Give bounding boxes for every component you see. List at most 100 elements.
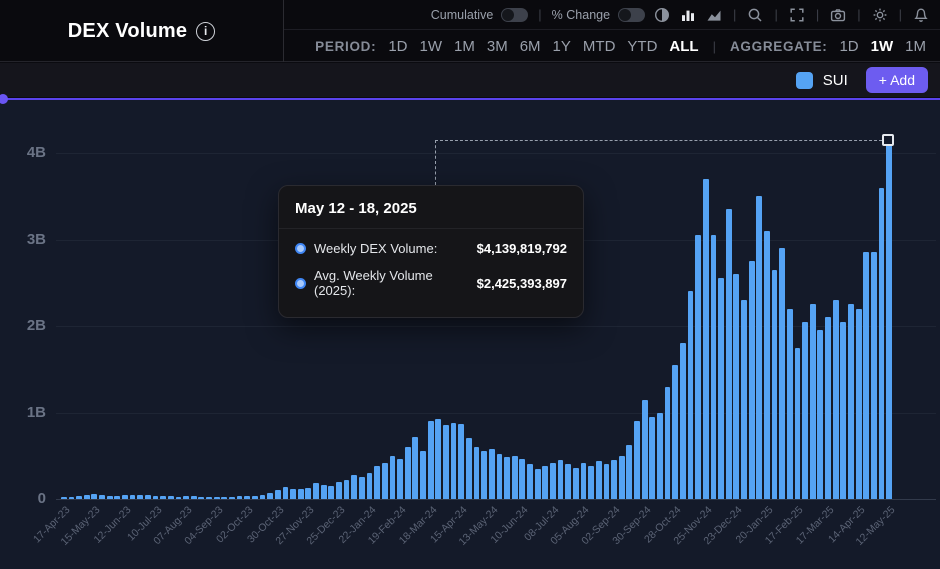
bar[interactable]	[275, 490, 281, 499]
bar[interactable]	[474, 447, 480, 499]
period-option-6m[interactable]: 6M	[520, 38, 541, 55]
bar[interactable]	[466, 438, 472, 499]
bar[interactable]	[69, 497, 75, 499]
bar[interactable]	[481, 451, 487, 499]
bar[interactable]	[497, 454, 503, 499]
bar[interactable]	[374, 466, 380, 499]
bar[interactable]	[840, 322, 846, 499]
fullscreen-icon[interactable]	[788, 6, 806, 24]
camera-icon[interactable]	[829, 6, 847, 24]
bar[interactable]	[665, 387, 671, 499]
bar[interactable]	[817, 330, 823, 499]
bar[interactable]	[504, 457, 510, 499]
bar[interactable]	[772, 270, 778, 499]
bar[interactable]	[420, 451, 426, 499]
notifications-icon[interactable]	[912, 6, 930, 24]
bar[interactable]	[657, 413, 663, 500]
bar[interactable]	[565, 464, 571, 499]
aggregate-option-1w[interactable]: 1W	[871, 38, 894, 55]
bar[interactable]	[672, 365, 678, 499]
bar[interactable]	[344, 480, 350, 499]
bar[interactable]	[512, 456, 518, 499]
aggregate-option-1m[interactable]: 1M	[905, 38, 926, 55]
bar[interactable]	[863, 252, 869, 499]
bar[interactable]	[229, 497, 235, 499]
bar[interactable]	[619, 456, 625, 499]
search-icon[interactable]	[746, 6, 764, 24]
bar[interactable]	[604, 464, 610, 499]
bar[interactable]	[588, 466, 594, 499]
bar[interactable]	[137, 495, 143, 499]
bar[interactable]	[443, 425, 449, 499]
bar[interactable]	[61, 497, 67, 499]
bar[interactable]	[397, 459, 403, 499]
bar[interactable]	[871, 252, 877, 499]
bar[interactable]	[183, 496, 189, 499]
bar[interactable]	[802, 322, 808, 499]
bar[interactable]	[114, 496, 120, 499]
bar[interactable]	[206, 497, 212, 499]
bar[interactable]	[122, 495, 128, 499]
period-option-1m[interactable]: 1M	[454, 38, 475, 55]
bar[interactable]	[313, 483, 319, 499]
bar[interactable]	[290, 489, 296, 499]
bar[interactable]	[703, 179, 709, 499]
bar[interactable]	[527, 464, 533, 499]
bar[interactable]	[733, 274, 739, 499]
aggregate-option-1d[interactable]: 1D	[839, 38, 858, 55]
period-option-1d[interactable]: 1D	[388, 38, 407, 55]
cumulative-toggle[interactable]	[501, 8, 528, 22]
bar[interactable]	[214, 497, 220, 499]
bar[interactable]	[435, 419, 441, 499]
bar[interactable]	[688, 291, 694, 499]
bar[interactable]	[145, 495, 151, 499]
bar[interactable]	[542, 466, 548, 499]
bar[interactable]	[756, 196, 762, 499]
bar[interactable]	[550, 463, 556, 499]
bar[interactable]	[810, 304, 816, 499]
bar[interactable]	[848, 304, 854, 499]
area-chart-icon[interactable]	[705, 6, 723, 24]
bar[interactable]	[718, 278, 724, 499]
bar[interactable]	[168, 496, 174, 499]
bar[interactable]	[489, 449, 495, 499]
bar[interactable]	[244, 496, 250, 499]
bar[interactable]	[749, 261, 755, 499]
bar[interactable]	[260, 495, 266, 499]
bar[interactable]	[153, 496, 159, 499]
bar[interactable]	[237, 496, 243, 499]
bar[interactable]	[84, 495, 90, 499]
bar[interactable]	[428, 421, 434, 499]
bar[interactable]	[283, 487, 289, 499]
settings-icon[interactable]	[871, 6, 889, 24]
period-option-ytd[interactable]: YTD	[627, 38, 657, 55]
bar[interactable]	[305, 488, 311, 499]
bar[interactable]	[405, 447, 411, 499]
bar[interactable]	[359, 477, 365, 499]
bar[interactable]	[267, 493, 273, 499]
bar[interactable]	[535, 469, 541, 499]
bar[interactable]	[367, 473, 373, 499]
bar[interactable]	[198, 497, 204, 499]
bar[interactable]	[107, 496, 113, 499]
bar[interactable]	[558, 460, 564, 499]
bar[interactable]	[321, 485, 327, 499]
bar[interactable]	[741, 300, 747, 499]
bar[interactable]	[451, 423, 457, 499]
bar[interactable]	[382, 463, 388, 499]
bar[interactable]	[252, 496, 258, 499]
bar[interactable]	[833, 300, 839, 499]
bar[interactable]	[458, 424, 464, 499]
bar[interactable]	[130, 495, 136, 499]
period-option-1y[interactable]: 1Y	[553, 38, 571, 55]
bar[interactable]	[787, 309, 793, 499]
bar[interactable]	[779, 248, 785, 499]
bar[interactable]	[726, 209, 732, 499]
bar[interactable]	[825, 317, 831, 499]
bar[interactable]	[596, 461, 602, 499]
bar[interactable]	[581, 463, 587, 499]
period-option-mtd[interactable]: MTD	[583, 38, 616, 55]
bar[interactable]	[611, 460, 617, 499]
bar[interactable]	[351, 475, 357, 499]
series-color-chip[interactable]	[796, 72, 813, 89]
